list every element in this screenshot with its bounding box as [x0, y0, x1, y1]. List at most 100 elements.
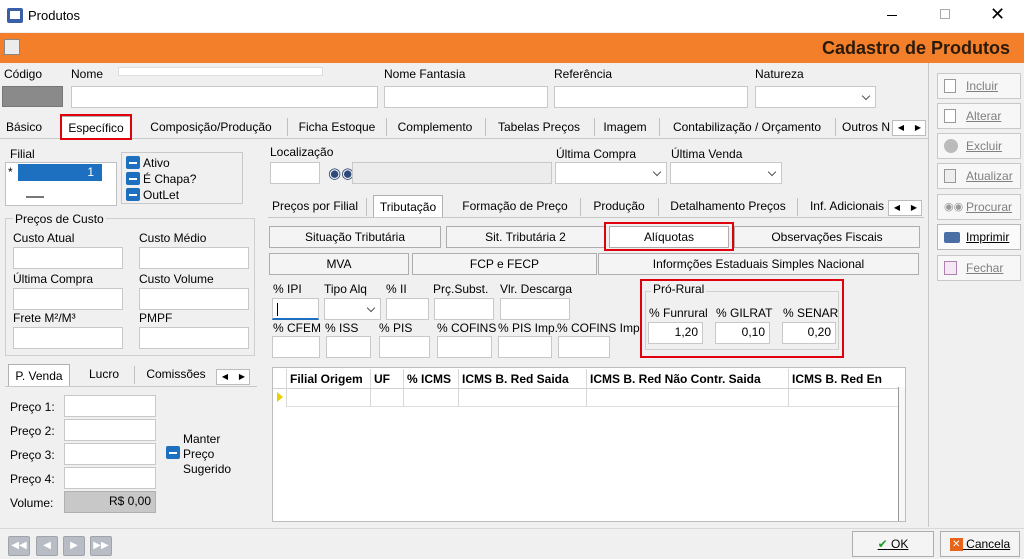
custo-medio-input[interactable] — [139, 247, 249, 269]
next-record-icon[interactable]: ▶ — [63, 536, 85, 556]
fechar-button[interactable]: Fechar — [937, 255, 1021, 281]
chevron-right-icon[interactable]: ▶ — [906, 201, 922, 215]
subtab-tributacao[interactable]: Tributação — [373, 195, 443, 217]
cofins-imp-input[interactable] — [558, 336, 610, 358]
informacoes-estaduais-button[interactable]: Informções Estaduais Simples Nacional — [598, 253, 919, 275]
chevron-left-icon[interactable]: ◀ — [889, 201, 905, 215]
ultima-compra-select[interactable] — [555, 162, 667, 184]
codigo-input[interactable] — [2, 86, 63, 107]
grid-col-icms-red-en[interactable]: ICMS B. Red En — [789, 369, 901, 389]
vlr-descarga-label: Vlr. Descarga — [500, 282, 573, 296]
sit-tributaria-2-button[interactable]: Sit. Tributária 2 — [446, 226, 605, 248]
tab-outros[interactable]: Outros N — [842, 116, 890, 138]
pis-input[interactable] — [379, 336, 430, 358]
incluir-button[interactable]: Incluir — [937, 73, 1021, 99]
vlr-descarga-input[interactable] — [500, 298, 570, 320]
chevron-right-icon[interactable]: ▶ — [910, 121, 926, 135]
tab-p-venda[interactable]: P. Venda — [8, 364, 70, 386]
grid-col-icms[interactable]: % ICMS — [404, 369, 458, 389]
binoculars-icon[interactable]: ◉◉ — [328, 164, 354, 182]
grid-col-icms-red-saida[interactable]: ICMS B. Red Saida — [459, 369, 587, 389]
fcp-fecp-button[interactable]: FCP e FECP — [412, 253, 597, 275]
ativo-checkbox[interactable] — [126, 156, 140, 169]
volume-input: R$ 0,00 — [64, 491, 156, 513]
chevron-right-icon[interactable]: ▶ — [234, 370, 250, 384]
observacoes-fiscais-button[interactable]: Observações Fiscais — [734, 226, 920, 248]
gilrat-input[interactable]: 0,10 — [715, 322, 770, 344]
venda-tab-scroll[interactable]: ◀ ▶ — [216, 369, 250, 385]
tab-basico[interactable]: Básico — [0, 116, 48, 138]
subtab-inf-adicionais[interactable]: Inf. Adicionais — [804, 195, 890, 217]
maximize-icon[interactable] — [940, 9, 950, 19]
chevron-left-icon[interactable]: ◀ — [217, 370, 233, 384]
natureza-select[interactable] — [755, 86, 876, 108]
nome-fantasia-input[interactable] — [384, 86, 548, 108]
tab-complemento[interactable]: Complemento — [392, 116, 478, 138]
custo-atual-input[interactable] — [13, 247, 123, 269]
grid-col-filial-origem[interactable]: Filial Origem — [287, 369, 369, 389]
subtab-precos-filial[interactable]: Preços por Filial — [270, 195, 360, 217]
close-icon[interactable]: ✕ — [990, 3, 1005, 25]
procurar-button[interactable]: ◉◉ Procurar — [937, 194, 1021, 220]
senar-input[interactable]: 0,20 — [782, 322, 836, 344]
mva-button[interactable]: MVA — [269, 253, 409, 275]
cancela-button[interactable]: ✕ Cancela — [940, 531, 1020, 557]
tab-contabilizacao[interactable]: Contabilização / Orçamento — [664, 116, 830, 138]
grid-col-icms-red-nao-contr[interactable]: ICMS B. Red Não Contr. Saida — [587, 369, 789, 389]
cofins-input[interactable] — [437, 336, 492, 358]
outlet-checkbox[interactable] — [126, 188, 140, 201]
ii-input[interactable] — [386, 298, 429, 320]
atualizar-button[interactable]: Atualizar — [937, 163, 1021, 189]
e-chapa-checkbox[interactable] — [126, 172, 140, 185]
subtab-detalhamento[interactable]: Detalhamento Preços — [664, 195, 792, 217]
tab-imagem[interactable]: Imagem — [598, 116, 652, 138]
prev-record-icon[interactable]: ◀ — [36, 536, 58, 556]
title-bar: Produtos ✕ — [0, 0, 1024, 32]
imprimir-button[interactable]: Imprimir — [937, 224, 1021, 250]
first-record-icon[interactable]: ◀◀ — [8, 536, 30, 556]
nome-input[interactable] — [71, 86, 378, 108]
iss-input[interactable] — [326, 336, 371, 358]
tab-ficha-estoque[interactable]: Ficha Estoque — [292, 116, 382, 138]
prc-subst-input[interactable] — [434, 298, 494, 320]
tab-tabelas-precos[interactable]: Tabelas Preços — [490, 116, 588, 138]
ok-button[interactable]: ✔ OK — [852, 531, 934, 557]
excluir-button[interactable]: Excluir — [937, 133, 1021, 159]
situacao-tributaria-button[interactable]: Situação Tributária — [269, 226, 441, 248]
manter-preco-checkbox[interactable] — [166, 446, 180, 459]
filial-value[interactable]: 1 — [18, 164, 102, 181]
tab-scroll[interactable]: ◀ ▶ — [892, 120, 926, 136]
preco1-input[interactable] — [64, 395, 156, 417]
funrural-input[interactable]: 1,20 — [648, 322, 703, 344]
localizacao-input[interactable] — [270, 162, 320, 184]
grid-vscrollbar[interactable] — [898, 387, 905, 521]
tab-especifico[interactable]: Específico — [60, 116, 132, 138]
ultima-compra-custo-input[interactable] — [13, 288, 123, 310]
ipi-input[interactable] — [272, 298, 319, 320]
referencia-input[interactable] — [554, 86, 748, 108]
table-row[interactable] — [287, 389, 898, 407]
tipo-alq-select[interactable] — [324, 298, 381, 320]
aliquotas-button[interactable]: Alíquotas — [609, 226, 729, 248]
cfem-input[interactable] — [272, 336, 320, 358]
preco3-input[interactable] — [64, 443, 156, 465]
pmpf-input[interactable] — [139, 327, 249, 349]
subtab-producao[interactable]: Produção — [586, 195, 652, 217]
alterar-button[interactable]: Alterar — [937, 103, 1021, 129]
tab-comissoes[interactable]: Comissões — [142, 363, 210, 385]
pis-imp-input[interactable] — [498, 336, 552, 358]
filial-label: Filial — [10, 147, 35, 161]
chevron-left-icon[interactable]: ◀ — [893, 121, 909, 135]
last-record-icon[interactable]: ▶▶ — [90, 536, 112, 556]
tab-lucro[interactable]: Lucro — [79, 363, 129, 385]
custo-volume-input[interactable] — [139, 288, 249, 310]
subtab-scroll[interactable]: ◀ ▶ — [888, 200, 922, 216]
ultima-venda-select[interactable] — [670, 162, 782, 184]
preco2-input[interactable] — [64, 419, 156, 441]
minimize-icon[interactable] — [887, 15, 897, 16]
subtab-formacao-preco[interactable]: Formação de Preço — [456, 195, 574, 217]
tab-composicao[interactable]: Composição/Produção — [143, 116, 279, 138]
frete-input[interactable] — [13, 327, 123, 349]
grid-col-uf[interactable]: UF — [371, 369, 403, 389]
preco4-input[interactable] — [64, 467, 156, 489]
